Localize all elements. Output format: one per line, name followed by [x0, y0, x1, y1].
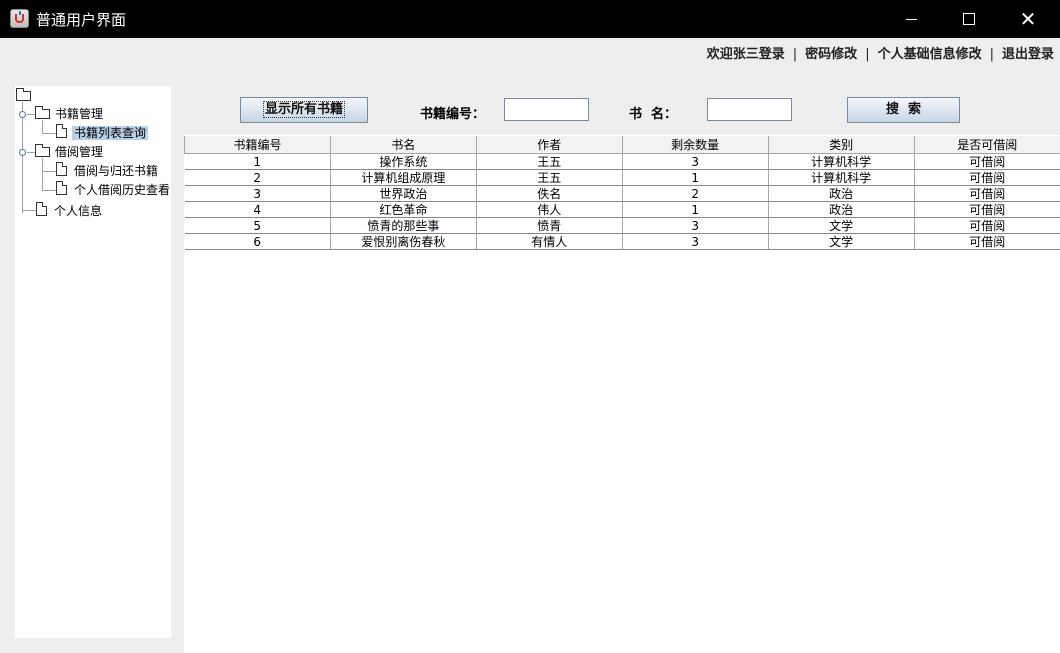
file-icon: [56, 162, 67, 176]
table-cell[interactable]: 6: [184, 233, 331, 250]
table-row[interactable]: 6 爱恨别离伤春秋 有情人 3 文学 可借阅: [184, 233, 1060, 250]
table-cell[interactable]: 计算机科学: [768, 153, 915, 170]
book-name-input[interactable]: [707, 98, 792, 121]
table-cell[interactable]: 文学: [768, 233, 915, 250]
navigation-tree: 书籍管理 书籍列表查询 借阅管理 借阅与归还书籍 个人借阅历史查看 个人信息: [15, 86, 171, 638]
table-cell[interactable]: 王五: [476, 169, 623, 186]
table-cell[interactable]: 可借阅: [914, 233, 1060, 250]
table-cell[interactable]: 1: [622, 169, 769, 186]
table-cell[interactable]: 5: [184, 217, 331, 234]
folder-icon: [35, 106, 50, 119]
table-cell[interactable]: 佚名: [476, 185, 623, 202]
table-cell[interactable]: 可借阅: [914, 185, 1060, 202]
edit-profile-link[interactable]: 个人基础信息修改: [878, 47, 982, 62]
table-cell[interactable]: 政治: [768, 201, 915, 218]
minimize-icon: [905, 18, 917, 20]
book-name-label: 书 名：: [629, 107, 678, 122]
table-cell[interactable]: 可借阅: [914, 169, 1060, 186]
tree-item-borrow-history[interactable]: 个人借阅历史查看: [74, 181, 170, 199]
window-title: 普通用户界面: [36, 11, 127, 29]
column-header[interactable]: 是否可借阅: [913, 136, 1060, 154]
book-id-label: 书籍编号：: [420, 107, 486, 122]
close-icon: ✕: [1019, 7, 1037, 31]
maximize-button[interactable]: [940, 0, 998, 38]
column-header[interactable]: 剩余数量: [621, 136, 769, 154]
table-row[interactable]: 3 世界政治 佚名 2 政治 可借阅: [184, 185, 1060, 202]
title-bar: 普通用户界面 ✕: [0, 0, 1060, 38]
table-cell[interactable]: 爱恨别离伤春秋: [330, 233, 477, 250]
expand-toggle-icon[interactable]: [19, 111, 26, 118]
book-id-input[interactable]: [504, 98, 589, 121]
expand-toggle-icon[interactable]: [19, 149, 26, 156]
table-cell[interactable]: 可借阅: [914, 201, 1060, 218]
show-all-books-button[interactable]: 显示所有书籍: [240, 97, 368, 123]
tree-item-label: 个人信息: [54, 204, 103, 218]
welcome-link[interactable]: 欢迎张三登录: [707, 47, 785, 62]
table-row[interactable]: 2 计算机组成原理 王五 1 计算机科学 可借阅: [184, 169, 1060, 186]
table-cell[interactable]: 可借阅: [914, 217, 1060, 234]
table-cell[interactable]: 世界政治: [330, 185, 477, 202]
file-icon: [36, 202, 47, 216]
table-cell[interactable]: 1: [184, 153, 331, 170]
tree-item-personal-info[interactable]: 个人信息: [54, 202, 102, 220]
java-app-icon: [10, 9, 29, 28]
close-button[interactable]: ✕: [999, 0, 1057, 38]
file-icon: [56, 124, 67, 138]
table-header-row: 书籍编号 书名 作者 剩余数量 类别 是否可借阅: [184, 136, 1060, 154]
tree-item-borrow-management[interactable]: 借阅管理: [55, 143, 103, 161]
table-cell[interactable]: 2: [184, 169, 331, 186]
table-cell[interactable]: 政治: [768, 185, 915, 202]
table-cell[interactable]: 4: [184, 201, 331, 218]
books-table: 书籍编号 书名 作者 剩余数量 类别 是否可借阅 1 操作系统 王五 3 计算机科学 可借阅 2 计算机…: [184, 136, 1060, 250]
table-row[interactable]: 5 愤青的那些事 愤青 3 文学 可借阅: [184, 217, 1060, 234]
root-folder-icon[interactable]: [16, 88, 31, 101]
logout-link[interactable]: 退出登录: [1002, 47, 1054, 62]
tree-item-label: 书籍管理: [55, 107, 104, 121]
table-cell[interactable]: 1: [622, 201, 769, 218]
search-button[interactable]: 搜 索: [847, 97, 960, 123]
maximize-icon: [963, 13, 975, 25]
change-password-link[interactable]: 密码修改: [805, 47, 857, 62]
column-header[interactable]: 作者: [475, 136, 623, 154]
table-cell[interactable]: 3: [184, 185, 331, 202]
table-cell[interactable]: 伟人: [476, 201, 623, 218]
file-icon: [56, 181, 67, 195]
table-row[interactable]: 4 红色革命 伟人 1 政治 可借阅: [184, 201, 1060, 218]
table-cell[interactable]: 有情人: [476, 233, 623, 250]
tree-item-book-management[interactable]: 书籍管理: [55, 105, 103, 123]
tree-item-label: 借阅管理: [55, 145, 104, 159]
tree-item-label: 借阅与归还书籍: [74, 164, 159, 178]
table-cell[interactable]: 计算机组成原理: [330, 169, 477, 186]
table-cell[interactable]: 愤青: [476, 217, 623, 234]
table-cell[interactable]: 可借阅: [914, 153, 1060, 170]
table-cell[interactable]: 3: [622, 233, 769, 250]
table-cell[interactable]: 3: [622, 217, 769, 234]
table-cell[interactable]: 2: [622, 185, 769, 202]
tree-item-borrow-return[interactable]: 借阅与归还书籍: [74, 162, 158, 180]
minimize-button[interactable]: [882, 0, 940, 38]
tree-item-label: 书籍列表查询: [72, 126, 149, 140]
top-menu: 欢迎张三登录 | 密码修改 | 个人基础信息修改 | 退出登录: [707, 43, 1054, 62]
menu-separator: |: [792, 47, 798, 62]
table-cell[interactable]: 3: [622, 153, 769, 170]
table-cell[interactable]: 计算机科学: [768, 169, 915, 186]
table-cell[interactable]: 操作系统: [330, 153, 477, 170]
table-cell[interactable]: 愤青的那些事: [330, 217, 477, 234]
tree-item-book-list-query[interactable]: 书籍列表查询: [72, 124, 149, 142]
show-all-books-label: 显示所有书籍: [262, 101, 345, 118]
column-header[interactable]: 书名: [329, 136, 477, 154]
table-cell[interactable]: 文学: [768, 217, 915, 234]
table-cell[interactable]: 王五: [476, 153, 623, 170]
menu-separator: |: [865, 47, 870, 62]
column-header[interactable]: 书籍编号: [184, 136, 331, 154]
menu-separator: |: [989, 47, 994, 62]
folder-icon: [35, 144, 50, 157]
column-header[interactable]: 类别: [767, 136, 915, 154]
table-cell[interactable]: 红色革命: [330, 201, 477, 218]
table-row[interactable]: 1 操作系统 王五 3 计算机科学 可借阅: [184, 153, 1060, 170]
tree-item-label: 个人借阅历史查看: [74, 183, 171, 197]
